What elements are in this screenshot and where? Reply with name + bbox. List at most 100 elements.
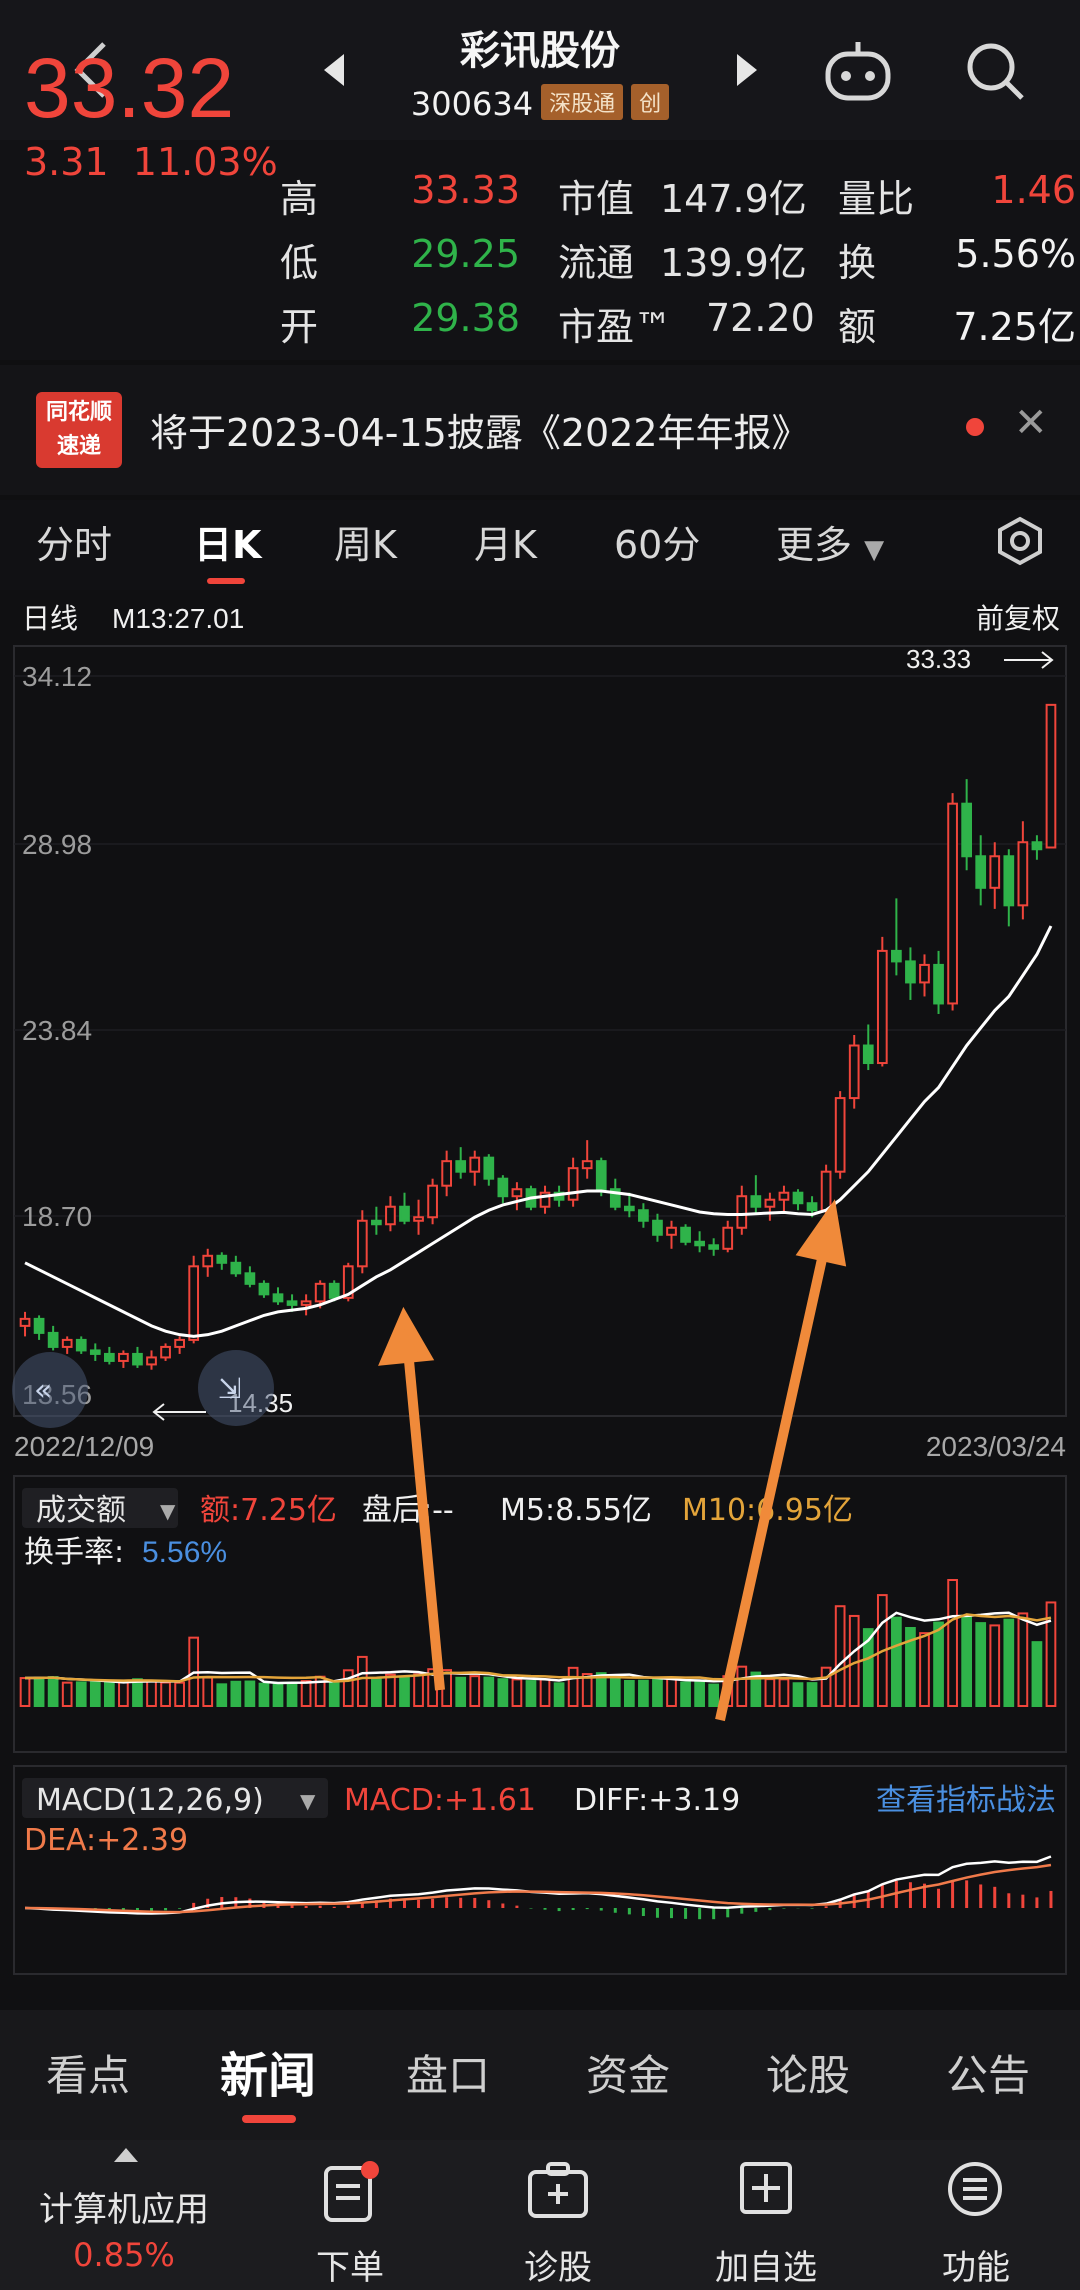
candle-body [371,1219,382,1226]
volume-bar [1003,1618,1015,1708]
period-tabs [0,500,1080,590]
diagnose-button[interactable]: 诊股 [508,2240,608,2289]
turnover-value: 5.56% [955,232,1076,276]
sector-name[interactable]: 计算机应用 [0,2182,248,2231]
caret-down-icon: ▼ [864,535,885,565]
volume-bar [820,1666,832,1708]
close-icon[interactable]: ✕ [1014,400,1048,446]
tab-60min[interactable]: 60分 [614,514,700,569]
candle-body [1045,703,1057,849]
tab-daily-k[interactable]: 日K [194,514,261,569]
y-tick: 28.98 [22,829,92,860]
volume-bar [947,1579,958,1707]
volume-selector: 成交额 [36,1493,126,1528]
prev-stock-icon[interactable] [322,52,346,88]
volume-bar [919,1632,930,1707]
candle-body [848,1044,860,1100]
candle-body [33,1317,45,1334]
candle-body [623,1205,635,1212]
annotation-arrow-2-head [795,1199,847,1267]
y-tick: 34.12 [22,661,92,692]
sector-change: 0.85% [73,2236,175,2274]
candle-body [399,1205,410,1222]
candle-body [736,1195,748,1229]
functions-button[interactable]: 功能 [926,2240,1026,2289]
volume-ratio-value: 1.46 [991,168,1076,212]
candle-body [806,1202,818,1212]
candle-body [314,1282,326,1303]
candle-body [160,1345,171,1359]
search-icon[interactable] [964,40,1026,102]
volume-bar [469,1675,481,1707]
menu-icon[interactable] [946,2160,1004,2218]
candle-body [666,1226,677,1236]
volume-bar [286,1682,298,1708]
candle-body [511,1188,523,1198]
tab-more[interactable]: 更多 ▼ [776,514,884,569]
tab-intraday[interactable]: 分时 [36,514,112,569]
open-label: 开 [280,305,319,349]
high-marker-label: 33.33 [906,644,971,674]
high-label: 高 [280,177,319,221]
candle-body [638,1209,649,1222]
candle-body [258,1282,270,1296]
volume-bar [33,1676,45,1708]
tab-news[interactable]: 新闻 [220,2036,316,2106]
add-watchlist-icon[interactable] [738,2160,794,2216]
volume-bar [581,1673,593,1708]
volume-bar [539,1678,551,1708]
ticker-text[interactable]: 将于2023-04-15披露《2022年年报》 [150,402,810,457]
volume-bar [160,1681,171,1707]
volume-bar [834,1605,846,1708]
tab-monthly-k[interactable]: 月K [474,514,537,569]
volume-bar [933,1621,944,1708]
volume-bar [764,1678,776,1707]
candle-body [497,1177,509,1198]
volume-bar [342,1669,354,1707]
candle-body [356,1219,368,1268]
diagnose-icon[interactable] [526,2160,590,2220]
tab-order-book[interactable]: 盘口 [406,2042,490,2103]
settings-icon[interactable] [996,516,1044,566]
candle-body [188,1265,200,1341]
next-stock-icon[interactable] [735,52,759,88]
tab-weekly-k[interactable]: 周K [334,514,397,569]
add-watchlist-button[interactable]: 加自选 [700,2240,832,2289]
candle-body [89,1349,101,1355]
tab-highlights[interactable]: 看点 [46,2042,130,2103]
candle-body [244,1272,256,1285]
adjust-label: 前复权 [976,602,1060,635]
high-value: 33.33 [411,168,520,212]
order-button[interactable]: 下单 [300,2240,400,2289]
candle-body [469,1156,481,1173]
ticker-logo-bottom: 速递 [56,434,101,459]
volume-bar [891,1616,902,1708]
candle-body [272,1293,284,1303]
candle-body [455,1160,467,1173]
candle-body [834,1097,846,1173]
tab-capital[interactable]: 资金 [586,2042,670,2103]
candle-body [792,1191,804,1205]
active-tab-indicator [207,578,245,584]
candle-body [722,1226,734,1250]
volume-bar [19,1677,31,1708]
after-hours: 盘后:-- [362,1493,454,1528]
indicator-strategy-link[interactable]: 查看指标战法 [876,1783,1056,1818]
market-cap-label: 市值 [558,177,635,221]
tab-discussion[interactable]: 论股 [766,2042,850,2103]
kline-chart[interactable]: 日线 M13:27.01 前复权 34.12 28.98 23.84 18.70… [0,590,1080,2010]
volume-bar [778,1678,790,1708]
volume-bar [103,1681,115,1708]
order-icon[interactable] [322,2160,380,2224]
candles [19,703,1057,1370]
candle-body [483,1156,495,1180]
candle-body [933,963,944,1005]
tab-announcements[interactable]: 公告 [946,2042,1030,2103]
candle-body [876,949,888,1065]
macd-selector: MACD(12,26,9) [36,1783,264,1818]
robot-assistant-icon[interactable] [822,38,894,102]
candle-body [891,949,902,963]
stock-code: 300634 [410,85,534,123]
turnover-label: 换 [838,241,877,285]
pe-label: 市盈™ [558,305,673,349]
